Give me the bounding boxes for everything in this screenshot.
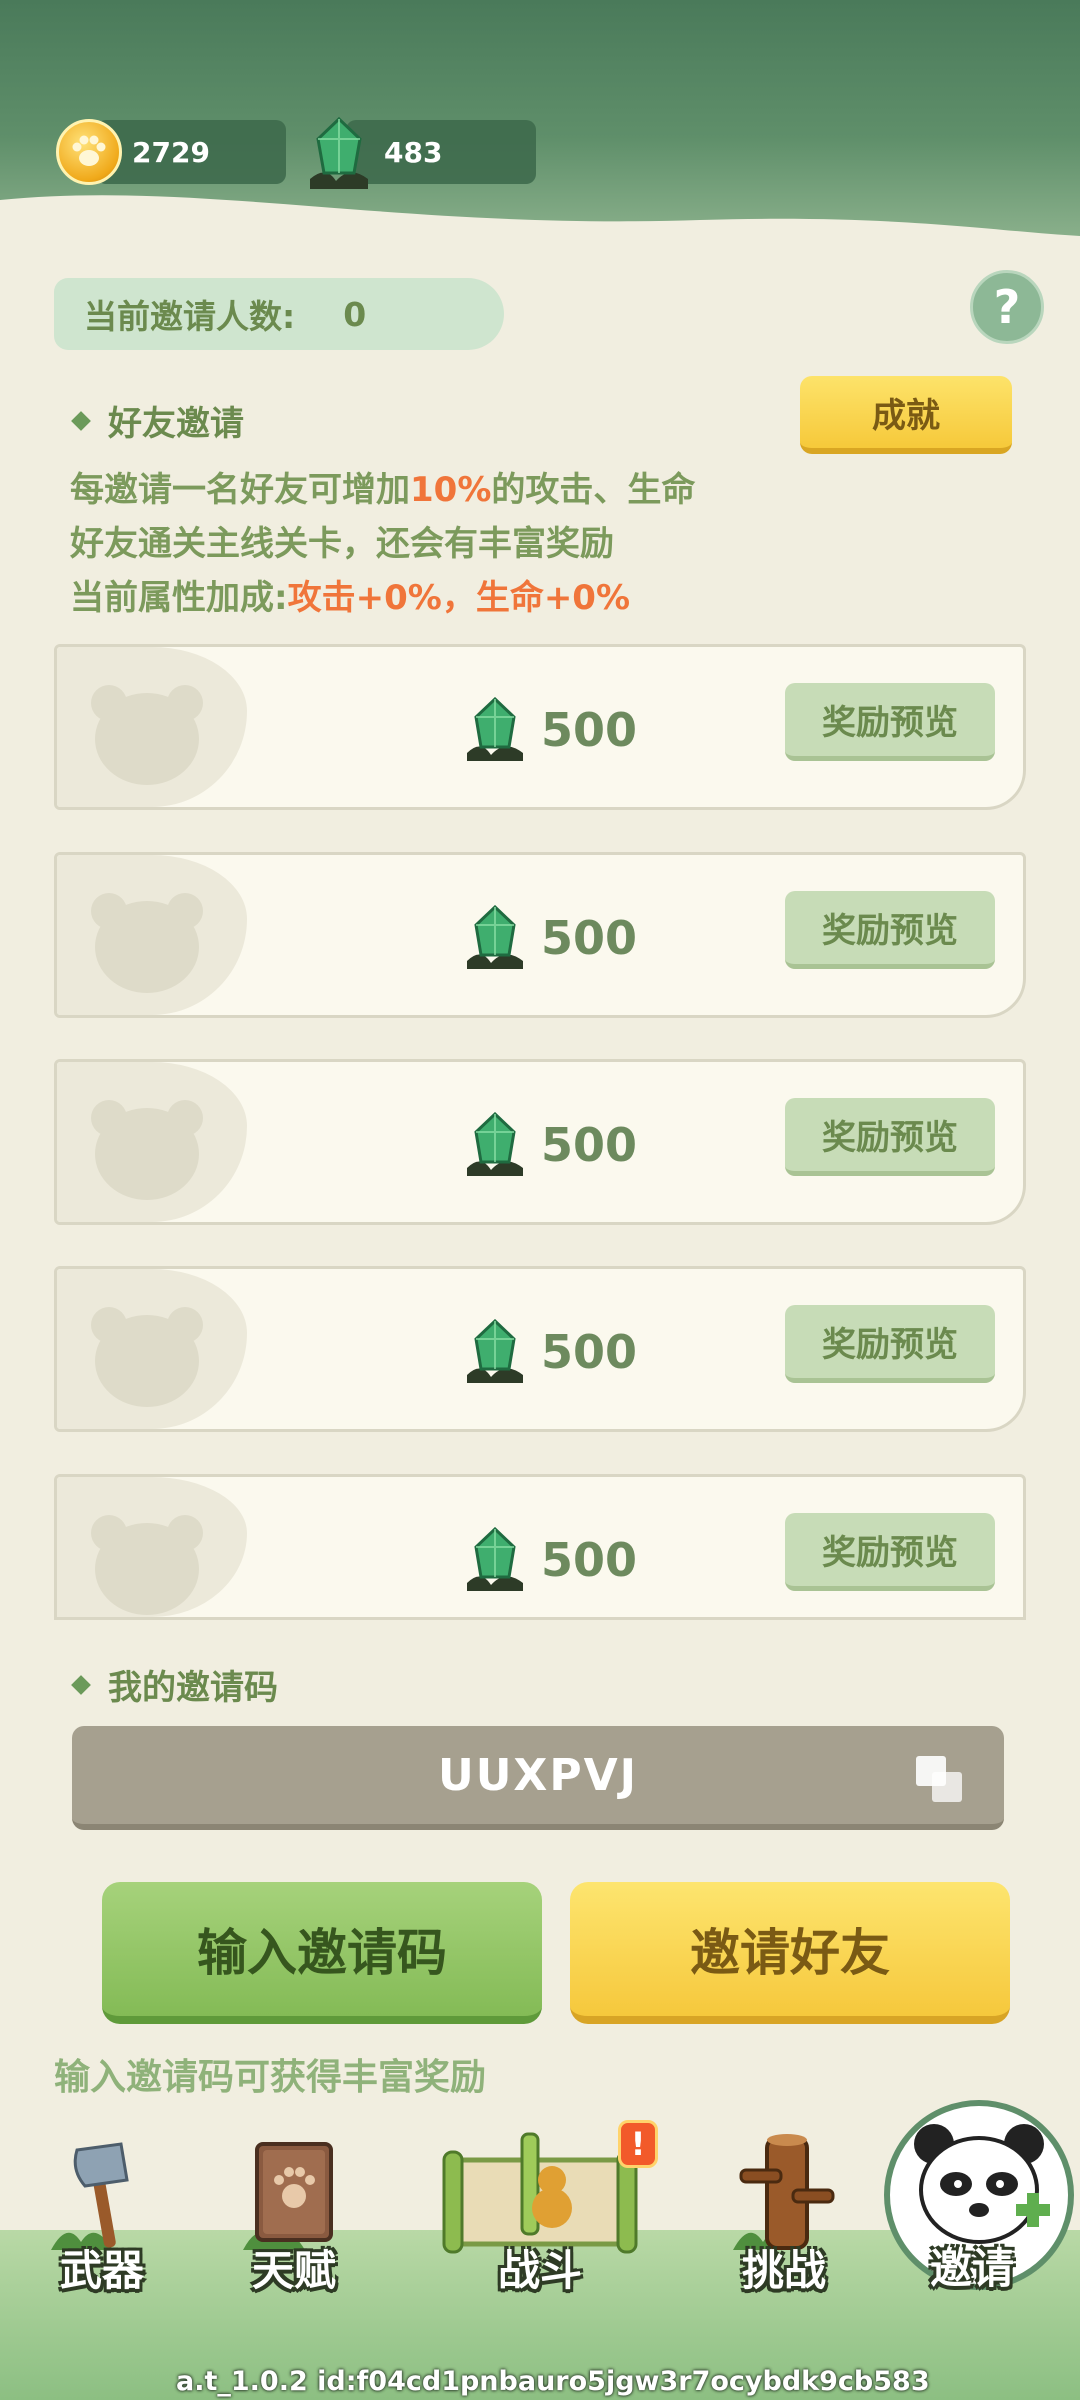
reward-preview-label: 奖励预览 — [822, 703, 958, 743]
reward-preview-button[interactable]: 奖励预览 — [785, 1098, 995, 1176]
nav-challenge[interactable]: 挑战 — [704, 2130, 864, 2300]
reward-amount: 500 — [541, 1533, 638, 1587]
gem-icon — [467, 1112, 523, 1176]
invite-desc-line1: 每邀请一名好友可增加10%的攻击、生命 — [70, 462, 695, 511]
desc-highlight: 10% — [410, 470, 492, 510]
reward-preview-button[interactable]: 奖励预览 — [785, 1305, 995, 1383]
nav-challenge-label: 挑战 — [741, 2246, 826, 2295]
gem-icon — [467, 697, 523, 761]
build-id-text: a.t_1.0.2 id:f04cd1pnbauro5jgw3r7ocybdk9… — [176, 2366, 930, 2397]
bear-silhouette-icon — [91, 893, 203, 993]
invite-code-box[interactable]: UUXPVJ — [72, 1726, 1004, 1830]
reward-preview-label: 奖励预览 — [822, 911, 958, 951]
reward-row: 500 奖励预览 — [54, 1059, 1026, 1225]
reward-row: 500 奖励预览 — [54, 1474, 1026, 1620]
desc-highlight: 攻击+0%，生命+0% — [287, 578, 631, 618]
reward-row: 500 奖励预览 — [54, 644, 1026, 810]
bear-silhouette-icon — [91, 1515, 203, 1615]
my-code-title: 我的邀请码 — [71, 1660, 278, 1709]
gem-icon — [467, 1319, 523, 1383]
nav-weapon-label: 武器 — [59, 2246, 144, 2295]
paw-coin-counter[interactable]: 2729 — [56, 112, 286, 192]
reward-amount: 500 — [541, 703, 638, 757]
paw-coin-amount: 2729 — [132, 135, 210, 169]
gem-icon — [467, 1527, 523, 1591]
achievement-button-label: 成就 — [872, 395, 940, 436]
reward-preview-button[interactable]: 奖励预览 — [785, 683, 995, 761]
friend-invite-title: 好友邀请 — [71, 396, 244, 445]
nav-weapon[interactable]: 武器 — [22, 2130, 182, 2300]
reward-row: 500 奖励预览 — [54, 852, 1026, 1018]
invite-friends-label: 邀请好友 — [690, 1924, 890, 1982]
friend-invite-title-text: 好友邀请 — [108, 404, 244, 444]
reward-preview-button[interactable]: 奖励预览 — [785, 891, 995, 969]
bear-silhouette-icon — [91, 1307, 203, 1407]
invite-count-pill: 当前邀请人数: 0 — [54, 278, 504, 350]
invite-friends-button[interactable]: 邀请好友 — [570, 1882, 1010, 2024]
reward-amount: 500 — [541, 911, 638, 965]
reward-amount: 500 — [541, 1118, 638, 1172]
nav-battle-label: 战斗 — [497, 2246, 582, 2295]
reward-preview-button[interactable]: 奖励预览 — [785, 1513, 995, 1591]
diamond-bullet-icon — [71, 1674, 91, 1695]
gem-icon — [467, 905, 523, 969]
help-button[interactable]: ? — [970, 270, 1044, 344]
diamond-bullet-icon — [71, 410, 91, 431]
nav-invite[interactable]: 邀请 — [884, 2090, 1074, 2293]
invite-count-value: 0 — [343, 294, 367, 334]
nav-invite-label: 邀请 — [930, 2244, 1015, 2293]
achievement-button[interactable]: 成就 — [800, 376, 1012, 454]
desc-text: 每邀请一名好友可增加 — [70, 470, 410, 510]
gem-counter[interactable]: 483 — [306, 112, 536, 192]
invite-count-label: 当前邀请人数: — [84, 297, 296, 336]
gem-icon — [310, 116, 368, 189]
enter-code-label: 输入邀请码 — [197, 1924, 447, 1982]
my-code-title-text: 我的邀请码 — [108, 1668, 278, 1708]
invite-hint: 输入邀请码可获得丰富奖励 — [54, 2057, 487, 2098]
reward-amount: 500 — [541, 1325, 638, 1379]
reward-preview-label: 奖励预览 — [822, 1118, 958, 1158]
gem-amount: 483 — [384, 135, 443, 169]
question-icon: ? — [993, 280, 1021, 334]
invite-desc-line3: 当前属性加成:攻击+0%，生命+0% — [70, 570, 630, 619]
invite-code-value: UUXPVJ — [437, 1749, 639, 1801]
reward-row: 500 奖励预览 — [54, 1266, 1026, 1432]
invite-desc-line2: 好友通关主线关卡，还会有丰富奖励 — [70, 524, 614, 564]
bear-silhouette-icon — [91, 1100, 203, 1200]
battle-alert-badge: ! — [618, 2120, 658, 2168]
bear-silhouette-icon — [91, 685, 203, 785]
nav-talent[interactable]: 天赋 — [214, 2130, 374, 2300]
desc-text: 当前属性加成: — [70, 578, 288, 618]
paw-coin-icon — [56, 119, 122, 185]
reward-preview-label: 奖励预览 — [822, 1533, 958, 1573]
reward-preview-label: 奖励预览 — [822, 1325, 958, 1365]
enter-code-button[interactable]: 输入邀请码 — [102, 1882, 542, 2024]
nav-talent-label: 天赋 — [251, 2246, 336, 2295]
desc-text: 的攻击、生命 — [491, 470, 696, 510]
nav-battle[interactable]: 战斗 — [430, 2130, 650, 2300]
copy-icon[interactable] — [912, 1752, 966, 1806]
